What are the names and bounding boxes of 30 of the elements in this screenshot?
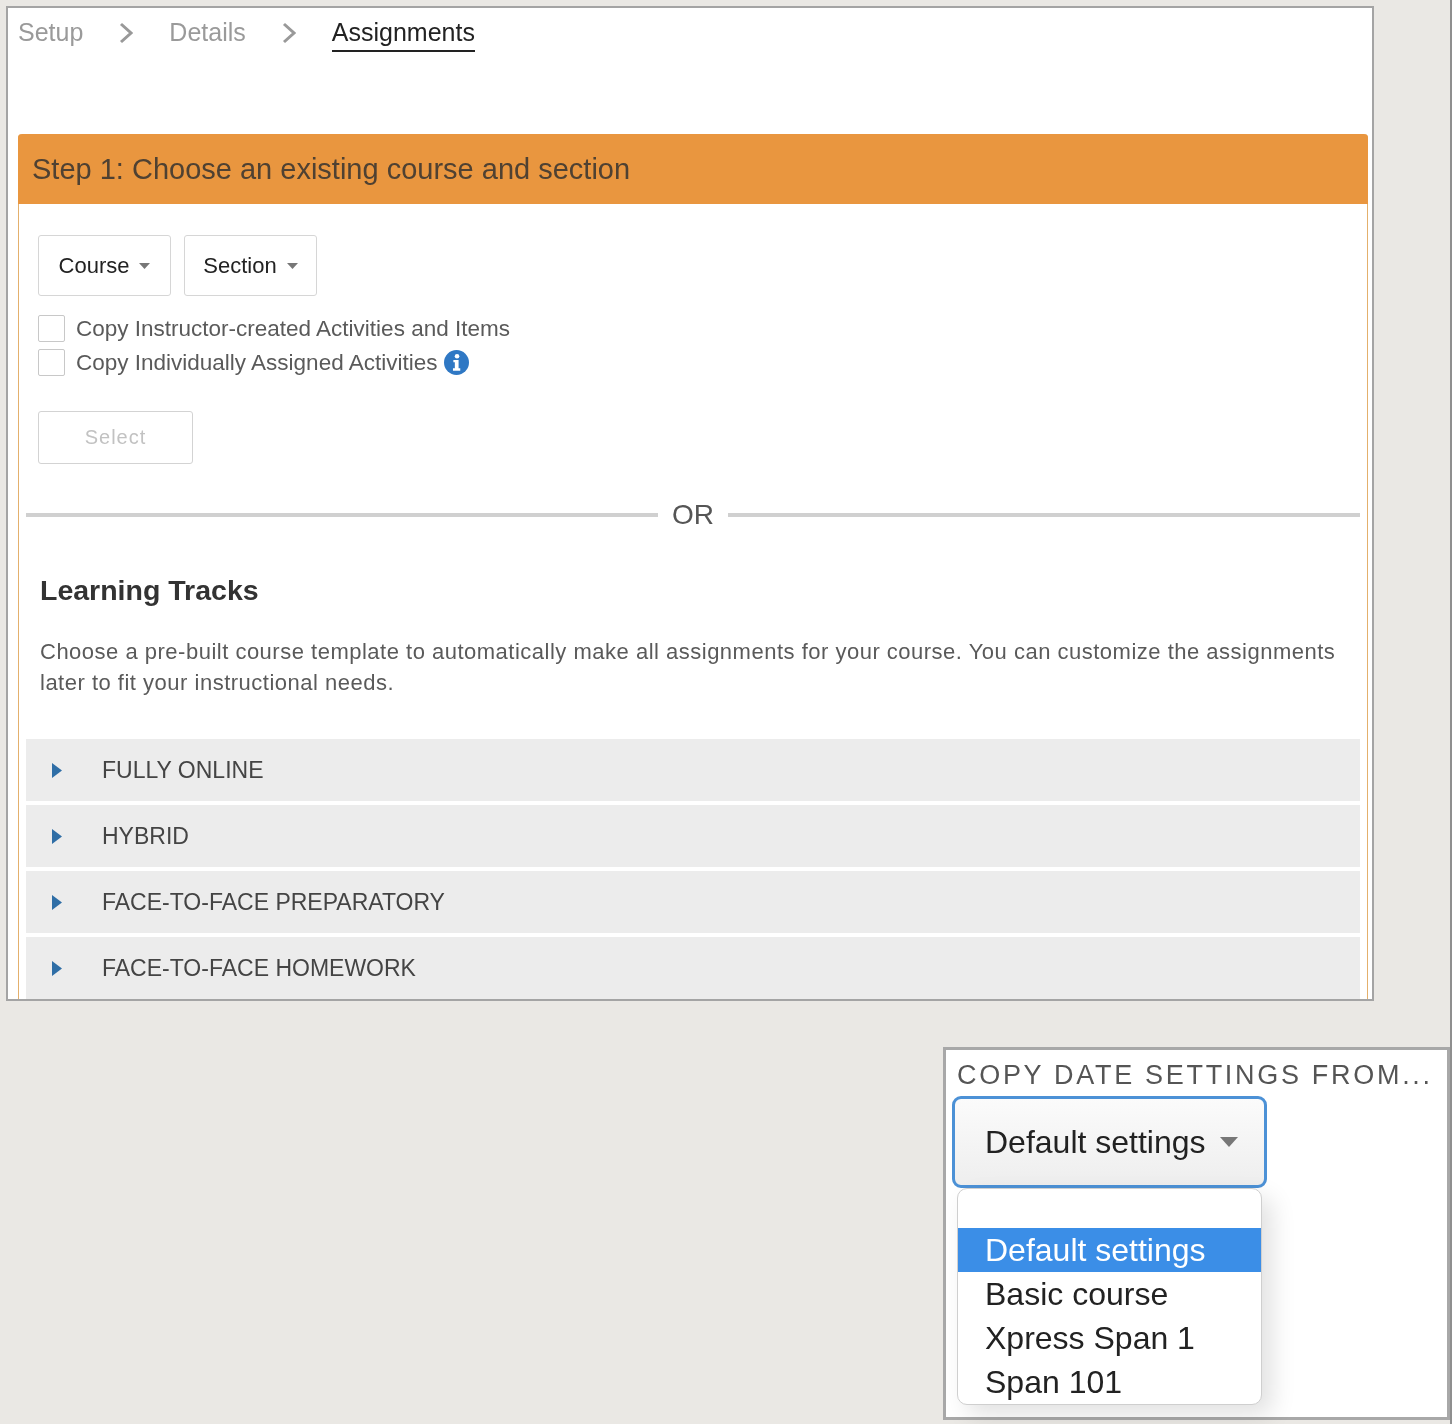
dropdown-option[interactable]: Span 101 [958, 1360, 1261, 1404]
caret-icon [52, 828, 62, 844]
checkbox[interactable] [38, 315, 65, 342]
track-row[interactable]: FACE-TO-FACE PREPARATORY [26, 871, 1360, 933]
caret-icon [286, 262, 298, 269]
chevron-right-icon [119, 22, 134, 44]
chevron-right-icon [281, 22, 296, 44]
dropdown-option[interactable]: Xpress Span 1 [958, 1316, 1261, 1360]
dropdown-button[interactable]: Course [38, 235, 171, 296]
checkbox-label: Copy Individually Assigned Activities [76, 349, 438, 376]
description-text: Choose a pre-built course template to automatically make all assignments for your course. You can customize the assignments later to fit your instructional needs. [39, 638, 1337, 697]
checkbox[interactable] [38, 349, 65, 376]
field-label: COPY DATE SETTINGS FROM... [957, 1060, 1433, 1090]
select-field[interactable]: Default settings [952, 1096, 1267, 1188]
checkbox-label: Copy Instructor-created Activities and Items [76, 315, 510, 342]
track-row[interactable]: FULLY ONLINE [26, 739, 1360, 801]
breadcrumb-link[interactable]: Assignments [331, 18, 475, 52]
caret-icon [52, 762, 62, 778]
track-row[interactable]: HYBRID [26, 805, 1360, 867]
dropdown-option[interactable]: Basic course [958, 1272, 1261, 1316]
caret-icon [52, 894, 62, 910]
step-title: Step 1: Choose an existing course and section [32, 152, 631, 186]
info-icon[interactable] [444, 350, 470, 375]
section-heading: Learning Tracks [39, 574, 260, 606]
caret-icon [139, 262, 151, 269]
or-label: OR [672, 501, 714, 529]
caret-icon [1219, 1137, 1238, 1147]
caret-icon [52, 960, 62, 976]
dropdown-button[interactable]: Section [184, 235, 317, 296]
track-row[interactable]: FACE-TO-FACE HOMEWORK [26, 937, 1360, 999]
